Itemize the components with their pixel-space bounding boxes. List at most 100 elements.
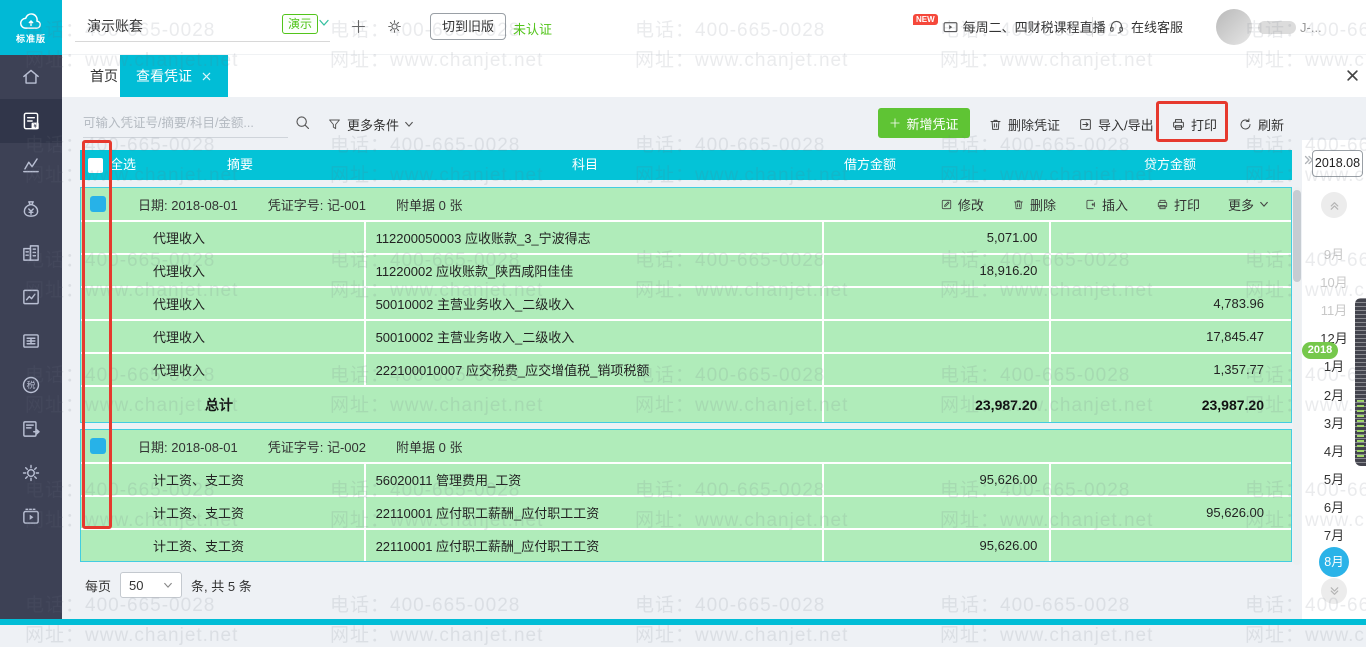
sidebar-item-report[interactable] <box>0 275 62 319</box>
print-action-button[interactable]: 打印 <box>1156 195 1200 214</box>
sidebar-item-tutorial[interactable] <box>0 495 62 539</box>
row-debit-amount: 5,071.00 <box>821 222 1050 253</box>
trash-action-label: 删除 <box>1029 197 1056 213</box>
voucher-header-row: 日期: 2018-08-01 凭证字号: 记-002 附单据 0 张 <box>81 430 1291 462</box>
print-icon <box>1156 198 1169 211</box>
collapsed-side-handle[interactable] <box>1355 298 1366 466</box>
sidebar-item-salary[interactable] <box>0 319 62 363</box>
sidebar-item-home[interactable] <box>0 55 62 99</box>
headset-icon <box>1108 18 1125 35</box>
table-scrollbar-thumb[interactable] <box>1293 190 1301 282</box>
sidebar-item-settings[interactable] <box>0 451 62 495</box>
print-label: 打印 <box>1191 118 1218 133</box>
voucher-entry-row[interactable]: 代理收入 50010002 主营业务收入_二级收入 4,783.96 <box>81 286 1291 319</box>
row-checkbox-cell <box>81 530 117 561</box>
watermark-text: 电话：400-665-0028 <box>940 595 1131 616</box>
filter-funnel-icon <box>327 117 342 132</box>
row-summary: 代理收入 <box>152 330 205 345</box>
row-credit-amount <box>1049 255 1291 286</box>
row-credit-amount <box>1049 464 1291 495</box>
col-header-credit: 贷方金额 <box>1143 157 1196 172</box>
voucher-checkbox[interactable] <box>90 438 106 454</box>
row-summary: 计工资、支工资 <box>152 539 244 554</box>
col-header-account: 科目 <box>571 157 598 172</box>
tab-view-vouchers[interactable]: 查看凭证 <box>120 55 228 97</box>
scroll-months-up-icon[interactable] <box>1321 192 1347 218</box>
settings-icon <box>20 462 42 484</box>
add-voucher-button[interactable]: 新增凭证 <box>878 108 970 138</box>
row-checkbox-cell <box>81 321 117 352</box>
sidebar-item-chart[interactable] <box>0 143 62 187</box>
search-field <box>83 108 288 138</box>
total-count-label: 条, 共 5 条 <box>191 578 252 594</box>
more-filters-button[interactable]: 更多条件 <box>327 115 414 134</box>
sidebar-item-funds[interactable] <box>0 187 62 231</box>
voucher-entry-row[interactable]: 计工资、支工资 22110001 应付职工薪酬_应付职工工资 95,626.00 <box>81 495 1291 528</box>
voucher-actions: 修改 删除 插入 打印 更多 <box>940 195 1269 214</box>
voucher-attachments: 附单据 0 张 <box>395 197 463 213</box>
avatar[interactable] <box>1216 9 1252 45</box>
voucher-entry-row[interactable]: 代理收入 50010002 主营业务收入_二级收入 17,845.47 <box>81 319 1291 352</box>
plus-icon <box>889 117 901 129</box>
live-course-link[interactable]: NEW 每周二、四财税课程直播 <box>913 14 1106 36</box>
checkout-icon <box>20 418 42 440</box>
voucher-entry-row[interactable]: 代理收入 11220002 应收账款_陕西咸阳佳佳 18,916.20 <box>81 253 1291 286</box>
close-tab-icon[interactable] <box>201 71 212 82</box>
col-header-debit: 借方金额 <box>843 157 896 172</box>
row-debit-amount: 95,626.00 <box>821 530 1050 561</box>
insert-action-button[interactable]: 插入 <box>1084 195 1128 214</box>
row-debit-amount <box>821 288 1050 319</box>
voucher-checkbox[interactable] <box>90 196 106 212</box>
chevron-down-icon[interactable] <box>318 19 330 27</box>
close-icon[interactable] <box>1345 68 1360 83</box>
sidebar-item-tax[interactable]: 税 <box>0 363 62 407</box>
scroll-months-down-icon[interactable] <box>1321 578 1347 604</box>
username-suffix: J-... <box>1300 20 1322 35</box>
online-service-link[interactable]: 在线客服 <box>1108 17 1183 36</box>
month-item-7月[interactable]: 7月 <box>1302 525 1366 544</box>
print-action-label: 打印 <box>1173 197 1200 213</box>
select-all-checkbox[interactable] <box>88 158 103 173</box>
voucher-entry-row[interactable]: 计工资、支工资 22110001 应付职工薪酬_应付职工工资 95,626.00 <box>81 528 1291 561</box>
row-debit-amount <box>821 321 1050 352</box>
row-credit-amount <box>1049 530 1291 561</box>
more-action-button[interactable]: 更多 <box>1228 195 1269 214</box>
chart-icon <box>20 154 42 176</box>
sidebar-item-voucher[interactable]: ¥ <box>0 99 62 143</box>
add-tab-icon[interactable] <box>350 18 367 35</box>
current-period-box[interactable]: 2018.08 <box>1312 150 1363 177</box>
import-export-button[interactable]: 导入/导出 <box>1078 115 1154 134</box>
gear-icon[interactable] <box>386 18 403 35</box>
row-summary: 代理收入 <box>152 231 205 246</box>
chevron-down-icon <box>404 121 414 128</box>
print-button[interactable]: 打印 <box>1171 115 1217 134</box>
sidebar-item-assets[interactable] <box>0 231 62 275</box>
row-credit-amount: 95,626.00 <box>1049 497 1291 528</box>
row-account: 112200050003 应收账款_3_宁波得志 <box>363 222 822 253</box>
per-page-select[interactable]: 50 <box>120 572 183 598</box>
row-account: 222100010007 应交税费_应交增值税_销项税额 <box>363 354 822 385</box>
new-badge: NEW <box>913 14 938 25</box>
voucher-entry-row[interactable]: 代理收入 222100010007 应交税费_应交增值税_销项税额 1,357.77 <box>81 352 1291 385</box>
tabbar: 首页 查看凭证 <box>62 55 1366 97</box>
month-item-5月[interactable]: 5月 <box>1302 469 1366 488</box>
search-icon[interactable] <box>294 114 311 131</box>
trash-action-button[interactable]: 删除 <box>1012 195 1056 214</box>
cert-status-link[interactable]: 未认证 <box>513 19 552 38</box>
month-item-9月[interactable]: 9月 <box>1302 244 1366 263</box>
edit-action-button[interactable]: 修改 <box>940 195 984 214</box>
refresh-button[interactable]: 刷新 <box>1238 115 1284 134</box>
voucher-entry-row[interactable]: 计工资、支工资 56020011 管理费用_工资 95,626.00 <box>81 462 1291 495</box>
svg-text:税: 税 <box>27 379 36 390</box>
delete-voucher-button[interactable]: 删除凭证 <box>988 115 1060 134</box>
switch-old-version-button[interactable]: 切到旧版 <box>430 13 507 40</box>
add-voucher-label: 新增凭证 <box>906 116 959 132</box>
month-item-6月[interactable]: 6月 <box>1302 497 1366 516</box>
search-input[interactable] <box>83 108 288 137</box>
month-item-10月[interactable]: 10月 <box>1302 272 1366 291</box>
row-account: 22110001 应付职工薪酬_应付职工工资 <box>363 530 822 561</box>
sidebar-item-checkout[interactable] <box>0 407 62 451</box>
total-label: 总计 <box>205 396 233 413</box>
month-item-8月[interactable]: 8月 <box>1319 547 1349 577</box>
voucher-entry-row[interactable]: 代理收入 112200050003 应收账款_3_宁波得志 5,071.00 <box>81 220 1291 253</box>
